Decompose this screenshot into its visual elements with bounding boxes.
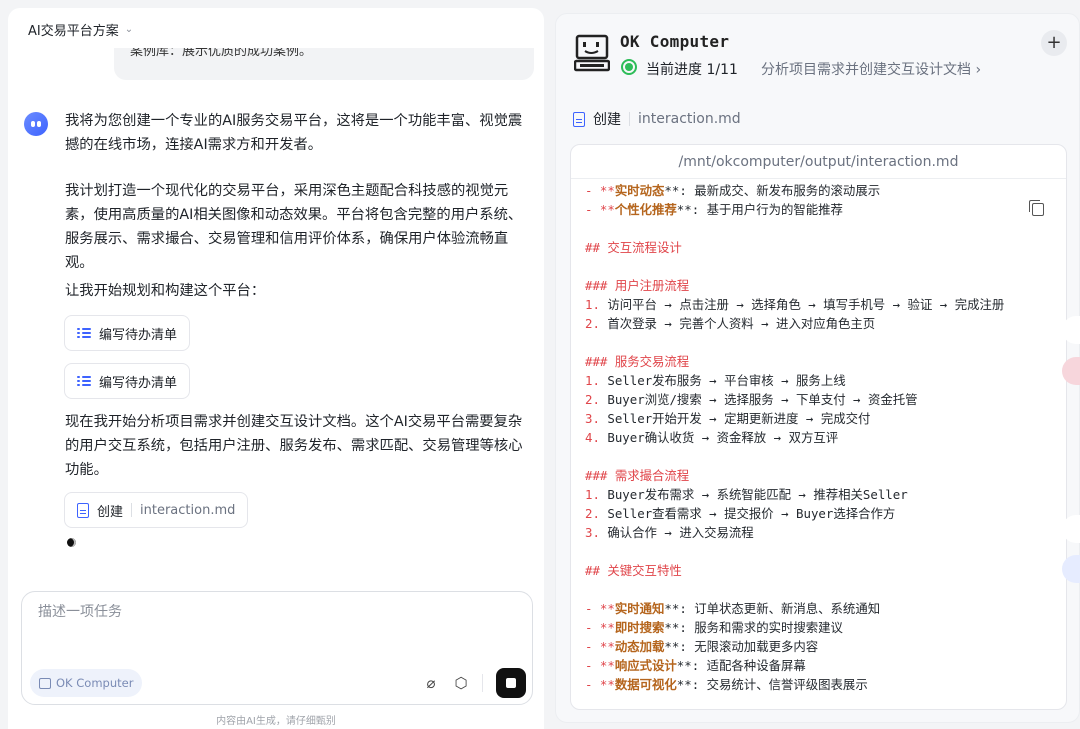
assistant-avatar-icon [24,112,48,136]
code-line: 1. Buyer发布需求 → 系统智能匹配 → 推荐相关Seller [585,487,908,502]
tool-chip-label: 编写待办清单 [99,327,178,343]
code-line: - **动态加载**: 无限滚动加载更多内容 [585,639,819,654]
code-line: 1. 访问平台 → 点击注册 → 选择角色 → 填写手机号 → 验证 → 完成注… [585,297,1005,312]
user-message-text: 案例库：展示优质的成功案例。 [130,48,313,59]
file-icon [573,111,585,127]
cube-icon[interactable]: ⬡ [450,672,472,694]
code-heading: ## 关键交互特性 [585,563,682,578]
divider [131,503,133,517]
code-content: - **实时动态**: 最新成交、新发布服务的滚动展示 - **个性化推荐**:… [585,181,1004,694]
code-line: - **实时动态**: 最新成交、新发布服务的滚动展示 [585,183,881,198]
assistant-paragraph-2: 我计划打造一个现代化的交易平台，采用深色主题配合科技感的视觉元素，使用高质量的A… [65,183,523,271]
file-viewer[interactable]: /mnt/okcomputer/output/interaction.md - … [570,144,1067,710]
task-input[interactable] [38,604,498,620]
code-heading: ### 需求撮合流程 [585,468,690,483]
code-line: - **个性化推荐**: 基于用户行为的智能推荐 [585,202,843,217]
code-line: 2. 首次登录 → 完善个人资料 → 进入对应角色主页 [585,316,876,331]
composer: OK Computer ⌀ ⬡ [21,591,533,705]
panel-title: OK Computer [620,32,730,51]
code-heading: ## 交互流程设计 [585,240,682,255]
file-header: 创建 interaction.md [573,109,741,129]
assistant-paragraph-1: 我将为您创建一个专业的AI服务交易平台，这将是一个功能丰富、视觉震撼的在线市场，… [65,113,523,153]
mode-label: OK Computer [56,676,134,690]
code-line: 2. Buyer浏览/搜索 → 选择服务 → 下单支付 → 资金托管 [585,392,918,407]
code-line: 3. 确认合作 → 进入交易流程 [585,525,754,540]
divider [482,674,483,692]
code-heading: ### 用户注册流程 [585,278,690,293]
code-line: - **响应式设计**: 适配各种设备屏幕 [585,658,806,673]
code-line: - **数据可视化**: 交易统计、信誉评级图表展示 [585,677,868,692]
copy-icon[interactable] [1029,200,1044,216]
conversation-title: AI交易平台方案 [28,24,119,39]
mode-selector-pill[interactable]: OK Computer [30,669,143,697]
stop-button[interactable] [496,668,526,698]
code-line: 1. Seller发布服务 → 平台审核 → 服务上线 [585,373,846,388]
checklist-icon [77,326,91,340]
code-line: 4. Buyer确认收货 → 资金释放 → 双方互评 [585,430,839,445]
code-line: - **即时搜索**: 服务和需求的实时搜索建议 [585,620,843,635]
computer-logo-icon [574,34,610,72]
computer-mode-icon [39,677,51,689]
file-name: interaction.md [638,111,741,127]
loading-spinner-icon [67,538,76,547]
attach-icon[interactable]: ⌀ [420,672,442,694]
assistant-paragraph-3: 让我开始规划和构建这个平台： [65,283,266,299]
tool-chip-todo-1[interactable]: 编写待办清单 [64,315,191,351]
code-line: 2. Seller查看需求 → 提交报价 → Buyer选择合作方 [585,506,896,521]
current-step-link[interactable]: 分析项目需求并创建交互设计文档 › [761,59,981,79]
code-line: - **实时通知**: 订单状态更新、新消息、系统通知 [585,601,881,616]
code-heading: ### 服务交易流程 [585,354,690,369]
computer-panel: OK Computer 当前进度 1/11 分析项目需求并创建交互设计文档 › … [555,13,1080,723]
tool-chip-label: 编写待办清单 [99,375,178,391]
file-action: 创建 [593,112,621,128]
tool-chip-todo-2[interactable]: 编写待办清单 [64,363,191,399]
tool-chip-filename: interaction.md [140,502,236,518]
checklist-icon [77,374,91,388]
ai-disclaimer: 内容由AI生成，请仔细甄别 [216,716,336,727]
user-message-bubble: 案例库：展示优质的成功案例。 [114,48,534,80]
code-line: 3. Seller开始开发 → 定期更新进度 → 完成交付 [585,411,871,426]
tool-chip-create-file[interactable]: 创建 interaction.md [64,492,249,528]
add-button[interactable]: + [1041,30,1067,56]
chevron-down-icon: ⌄ [124,24,134,35]
chat-panel: AI交易平台方案 ⌄ 案例库：展示优质的成功案例。 我将为您创建一个专业的AI服… [8,8,544,729]
file-path: /mnt/okcomputer/output/interaction.md [571,145,1066,179]
divider [629,112,630,126]
file-icon [77,502,89,518]
conversation-title-dropdown[interactable]: AI交易平台方案 ⌄ [28,20,133,39]
assistant-paragraph-4: 现在我开始分析项目需求并创建交互设计文档。这个AI交易平台需要复杂的用户交互系统… [65,414,523,478]
tool-chip-action: 创建 [97,504,124,520]
progress-indicator: 当前进度 1/11 [646,62,738,78]
status-running-icon [621,59,637,75]
